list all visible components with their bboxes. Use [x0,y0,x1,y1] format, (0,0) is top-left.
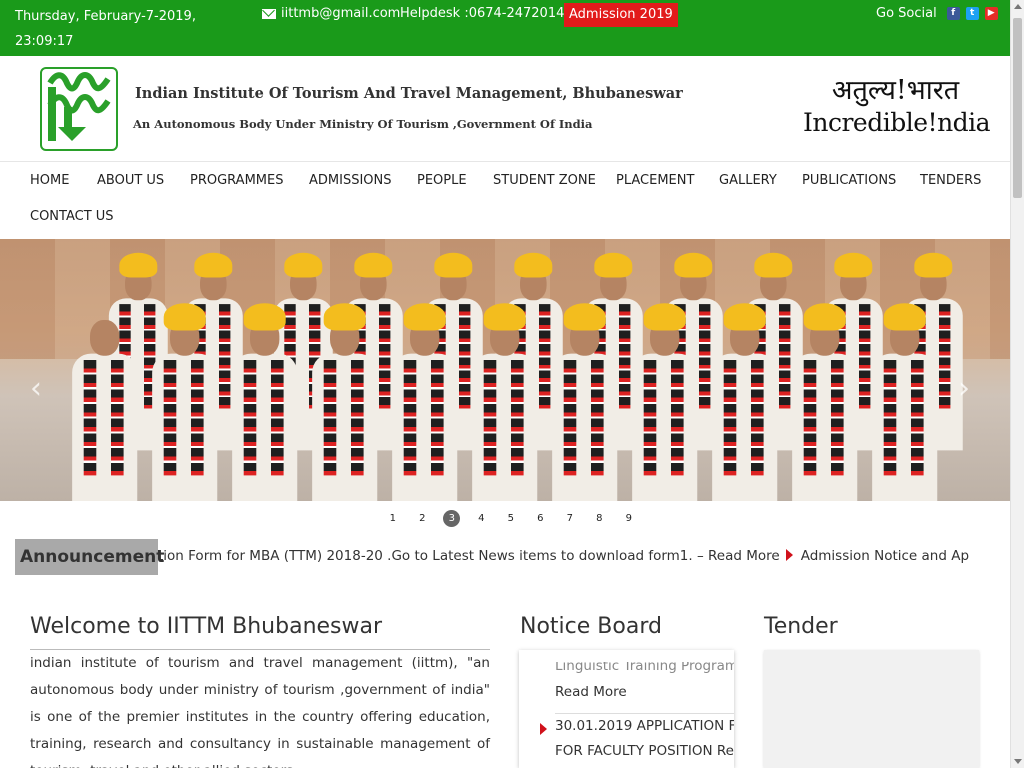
incredible-india-logo: अतुल्य!भारत Incredible!ndia [803,74,991,138]
notice-item-continued[interactable]: FOR FACULTY POSITION Rea [555,739,734,763]
nav-programmes[interactable]: PROGRAMMES [190,173,283,188]
main-nav: HOME ABOUT US PROGRAMMES ADMISSIONS PEOP… [0,162,1010,239]
facebook-icon[interactable]: f [946,7,960,20]
date-time: Thursday, February-7-2019, 23:09:17 [15,4,215,54]
announcement-label: Announcement [15,539,164,575]
slider-next-arrow[interactable]: › [958,374,970,404]
institute-name: Indian Institute Of Tourism And Travel M… [135,85,683,102]
announcement-ticker[interactable]: tion Form for MBA (TTM) 2018-20 .Go to L… [158,548,970,568]
slider-prev-arrow[interactable]: ‹ [30,374,42,404]
nav-home[interactable]: HOME [30,173,69,188]
slide-page-2[interactable]: 2 [408,510,438,527]
nav-people[interactable]: PEOPLE [417,173,467,188]
notice-board-title: Notice Board [520,614,662,639]
notice-item[interactable]: 30.01.2019 APPLICATION FO [555,714,734,738]
slide-page-5[interactable]: 5 [496,510,526,527]
nav-gallery[interactable]: GALLERY [719,173,777,188]
youtube-icon[interactable]: ▶ [984,7,998,20]
envelope-icon [262,8,276,19]
triangle-bullet-icon [785,549,793,561]
nav-placement[interactable]: PLACEMENT [616,173,694,188]
helpdesk-text: Helpdesk :0674-2472014 [400,6,565,21]
slide-page-1[interactable]: 1 [378,510,408,527]
hero-slider: ‹ › [0,239,1010,501]
twitter-icon[interactable]: t [965,7,979,20]
scroll-up-arrow-icon[interactable] [1014,4,1022,9]
nav-about-us[interactable]: ABOUT US [97,173,164,188]
site-header: Indian Institute Of Tourism And Travel M… [0,56,1010,162]
go-social-label: Go Social [876,6,937,21]
announcement-item[interactable]: tion Form for MBA (TTM) 2018-20 .Go to L… [158,548,780,564]
incredible-india-hindi: अतुल्य!भारत [831,75,960,106]
top-bar: Thursday, February-7-2019, 23:09:17 iitt… [0,0,1010,56]
welcome-text: indian institute of tourism and travel m… [30,655,490,768]
current-time: 23:09:17 [15,34,74,49]
nav-contact-us[interactable]: CONTACT US [30,209,114,224]
welcome-title: Welcome to IITTM Bhubaneswar [30,614,383,639]
incredible-india-english: Incredible!ndia [803,108,991,137]
institute-subtitle: An Autonomous Body Under Ministry Of Tou… [133,117,593,131]
slide-page-3[interactable]: 3 [437,510,467,527]
slide-page-8[interactable]: 8 [585,510,615,527]
announcement-item[interactable]: Admission Notice and Applica [801,548,970,564]
tender-title: Tender [764,614,838,639]
slide-page-6[interactable]: 6 [526,510,556,527]
email-text: iittmb@gmail.com [281,6,401,21]
slider-pagination: 1 2 3 4 5 6 7 8 9 [378,510,644,527]
notice-board-panel: Linguistic Training Programm Read More 3… [519,650,734,768]
nav-publications[interactable]: PUBLICATIONS [802,173,896,188]
nav-admissions[interactable]: ADMISSIONS [309,173,392,188]
notice-item-partial[interactable]: Linguistic Training Programm [555,662,734,678]
nav-student-zone[interactable]: STUDENT ZONE [493,173,596,188]
notice-read-more-link[interactable]: Read More [555,680,627,704]
slide-page-9[interactable]: 9 [614,510,644,527]
current-date: Thursday, February-7-2019, [15,9,196,24]
slide-page-7[interactable]: 7 [555,510,585,527]
nav-tenders[interactable]: TENDERS [920,173,981,188]
social-links: Go Social f t ▶ [876,6,998,21]
iittm-logo[interactable] [40,67,118,151]
email-link[interactable]: iittmb@gmail.com [262,6,400,21]
tender-panel [764,650,979,768]
scroll-down-arrow-icon[interactable] [1014,759,1022,764]
triangle-bullet-icon [540,723,547,735]
slide-page-4[interactable]: 4 [467,510,497,527]
scroll-thumb[interactable] [1013,18,1022,198]
admission-button[interactable]: Admission 2019 [564,3,678,27]
page-scrollbar[interactable] [1010,0,1024,768]
